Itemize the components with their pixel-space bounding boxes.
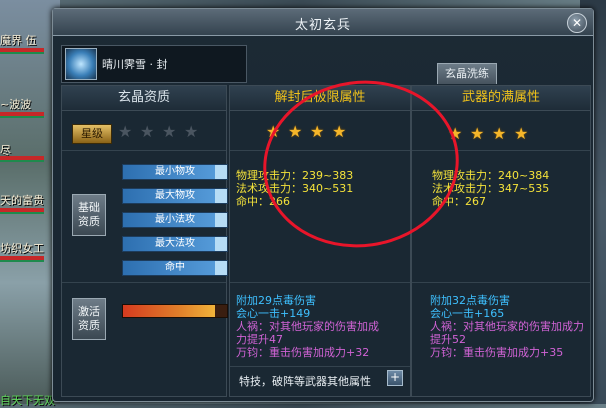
- panel-title: 武器的满属性: [412, 86, 590, 111]
- attr-max-magic: 最大法攻: [122, 236, 228, 252]
- star-icon: ★: [162, 122, 177, 141]
- player-hp-bar: [0, 208, 44, 214]
- divider: [412, 282, 590, 283]
- effect-line: 人祸：对其他玩家的伤害加成: [236, 320, 379, 333]
- activate-quality-button[interactable]: 激活 资质: [72, 298, 106, 340]
- effect-line: 万钧：重击伤害加成力+32: [236, 346, 370, 359]
- star-icon: ★: [140, 122, 155, 141]
- attr-max-phys: 最大物攻: [122, 188, 228, 204]
- star-icon: ★: [470, 124, 485, 143]
- effect-line: 提升52: [430, 333, 466, 346]
- effect-line: 人祸：对其他玩家的伤害加成力: [430, 320, 584, 333]
- attr-min-magic: 最小法攻: [122, 212, 228, 228]
- rank-label: 星级: [72, 124, 112, 144]
- divider: [230, 366, 410, 367]
- progress-fill: [123, 305, 215, 317]
- player-name: 天的富贵: [0, 194, 44, 207]
- star-icon: ★: [514, 124, 529, 143]
- effect-line: 会心一击+165: [430, 307, 505, 320]
- player-hp-bar: [0, 48, 44, 54]
- window-title: 太初玄兵: [294, 18, 351, 33]
- button-line: 资质: [78, 215, 100, 228]
- star-rating: ★ ★ ★ ★: [448, 126, 536, 142]
- star-rating: ★ ★ ★ ★: [118, 124, 206, 140]
- activate-progress-bar: [122, 304, 228, 318]
- weapon-icon: [65, 48, 97, 80]
- player-name: 坊织女工: [0, 242, 44, 255]
- base-quality-button[interactable]: 基础 资质: [72, 194, 106, 236]
- player-hp-bar: [0, 256, 44, 262]
- item-name: 晴川霁雪 · 封: [102, 58, 168, 71]
- effect-line: 附加29点毒伤害: [236, 294, 316, 307]
- button-line: 激活: [78, 305, 100, 318]
- divider: [230, 282, 410, 283]
- chat-text: 自天下无双: [0, 394, 55, 407]
- other-attributes-label: 特技，破阵等武器其他属性: [239, 375, 371, 388]
- tab-gem-refine[interactable]: 玄晶洗练: [437, 63, 497, 84]
- gem-quality-panel: 玄晶资质 星级 ★ ★ ★ ★ 基础 资质 最小物攻 最大物攻 最小法攻 最大法攻 命…: [61, 85, 228, 397]
- player-hp-bar: [0, 112, 44, 118]
- player-name: 魔界 伍: [0, 34, 37, 47]
- player-name: ~波波: [0, 98, 32, 111]
- effect-line: 会心一击+149: [236, 307, 311, 320]
- close-button[interactable]: ✕: [567, 13, 587, 33]
- weapon-window: 太初玄兵 ✕ 晴川霁雪 · 封 玄晶洗练 玄晶资质 星级 ★ ★ ★ ★ 基础 资质 …: [52, 8, 594, 402]
- star-icon: ★: [184, 122, 199, 141]
- button-line: 资质: [78, 319, 100, 332]
- attr-hit: 命中: [122, 260, 228, 276]
- effect-line: 力提升47: [236, 333, 283, 346]
- star-icon: ★: [492, 124, 507, 143]
- effect-line: 附加32点毒伤害: [430, 294, 510, 307]
- divider: [62, 150, 226, 151]
- effect-line: 万钧：重击伤害加成力+35: [430, 346, 564, 359]
- divider: [62, 282, 226, 283]
- button-line: 基础: [78, 201, 100, 214]
- expand-button[interactable]: +: [387, 370, 403, 386]
- panel-title: 玄晶资质: [62, 86, 226, 111]
- star-icon: ★: [118, 122, 133, 141]
- player-hp-bar: [0, 156, 44, 162]
- item-slot[interactable]: 晴川霁雪 · 封: [61, 45, 247, 83]
- attr-min-phys: 最小物攻: [122, 164, 228, 180]
